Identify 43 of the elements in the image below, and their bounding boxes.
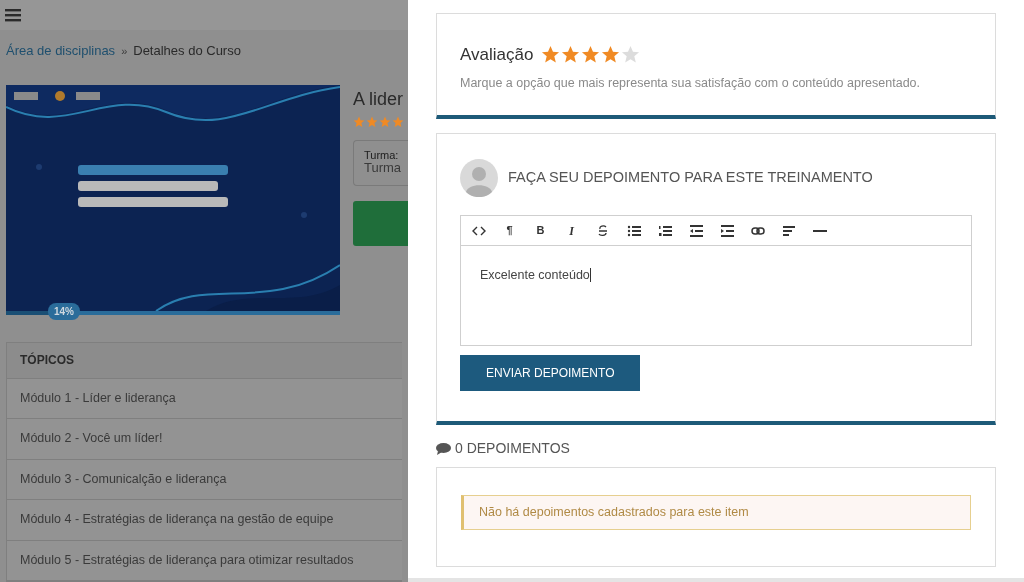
star-icon [561,45,581,65]
toolbar-button[interactable]: ¶ [496,218,523,243]
star-icon [581,45,601,65]
topic-row[interactable]: Módulo 5 - Estratégias de liderança para otimizar resultados [7,540,402,581]
table-header: TÓPICOS [7,342,402,379]
topic-row[interactable]: Módulo 4 - Estratégias de liderança na gestão de equipe [7,500,402,541]
class-value: Turma [364,160,403,175]
editor-field[interactable]: ¶ B I Excelente conteúdo [460,215,972,346]
toolbar-button[interactable]: B [527,218,554,243]
star-icon [621,45,641,65]
form-title: FAÇA SEU DEPOIMENTO PARA ESTE TREINAMENTO [508,168,873,188]
star-rating[interactable] [541,45,641,65]
breadcrumb-link[interactable]: Área de disciplinas [6,41,116,61]
toolbar-button[interactable]: I [558,218,585,243]
align-left-icon [781,223,796,238]
comment-icon [436,442,451,455]
star-icon [366,115,378,128]
empty-message: Não há depoimentos cadastrados para este item [461,495,971,530]
topic-row[interactable]: Módulo 2 - Você um líder! [7,419,402,460]
topic-row[interactable]: Módulo 1 - Líder e liderança [7,378,402,419]
star-icon [601,45,621,65]
breadcrumb-separator: » [121,43,128,59]
horizontal-rule-icon [812,229,827,232]
class-select[interactable]: Turma: Turma [353,139,408,186]
star-icon [353,115,365,128]
testimonial-count: 0 DEPOIMENTOS [455,439,570,458]
outdent-icon [688,223,703,238]
course-title: A lider [353,87,405,111]
star-icon [392,115,404,128]
submit-button[interactable]: ENVIAR DEPOIMENTO [460,355,641,391]
topic-row[interactable]: Módulo 3 - Comunicalção e liderança [7,459,402,500]
menu-icon[interactable] [5,8,21,22]
rating-title: Avaliação [460,44,534,66]
star-icon [541,45,561,65]
editor-text: Excelente conteúdo [479,267,592,285]
numbered-list-icon [657,223,672,238]
rating-hint: Marque a opção que mais representa sua satisfação com o conteúdo apresentado. [460,74,921,92]
star-icon [379,115,391,128]
avatar-icon [460,159,498,197]
indent-icon [719,223,734,238]
class-label: Turma: [364,148,400,161]
breadcrumb-current: Detalhes do Curso [133,42,241,60]
bullet-list-icon [626,223,641,238]
